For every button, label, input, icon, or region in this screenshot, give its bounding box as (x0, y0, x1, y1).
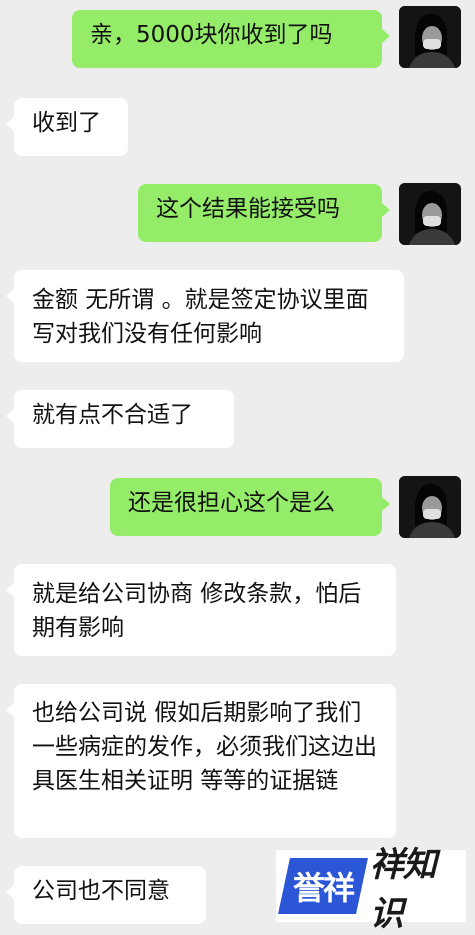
watermark-logo: 誉祥 (278, 858, 368, 914)
user-avatar-icon (399, 476, 461, 538)
message-bubble-received[interactable]: 收到了 (6, 98, 128, 156)
chat-area: 亲，5000块你收到了吗 收到了 这个结果能接受吗 金额 无所谓 。就是签定协议… (0, 0, 475, 934)
user-avatar-icon (399, 6, 461, 68)
message-bubble-sent[interactable]: 还是很担心这个是么 (110, 478, 390, 536)
message-bubble-received[interactable]: 金额 无所谓 。就是签定协议里面写对我们没有任何影响 (6, 270, 404, 362)
watermark-text: 祥知识 (369, 845, 437, 934)
message-bubble-sent[interactable]: 这个结果能接受吗 (138, 184, 390, 242)
message-bubble-received[interactable]: 就有点不合适了 (6, 390, 234, 448)
message-bubble-sent[interactable]: 亲，5000块你收到了吗 (72, 10, 390, 68)
avatar[interactable] (399, 6, 461, 68)
watermark: 誉祥 祥知识 (276, 845, 466, 934)
message-bubble-received[interactable]: 就是给公司协商 修改条款，怕后期有影响 (6, 564, 396, 656)
message-bubble-received[interactable]: 也给公司说 假如后期影响了我们一些病症的发作，必须我们这边出具医生相关证明 等等… (6, 684, 396, 838)
avatar[interactable] (399, 183, 461, 245)
message-bubble-received[interactable]: 公司也不同意 (6, 866, 206, 924)
user-avatar-icon (399, 183, 461, 245)
avatar[interactable] (399, 476, 461, 538)
